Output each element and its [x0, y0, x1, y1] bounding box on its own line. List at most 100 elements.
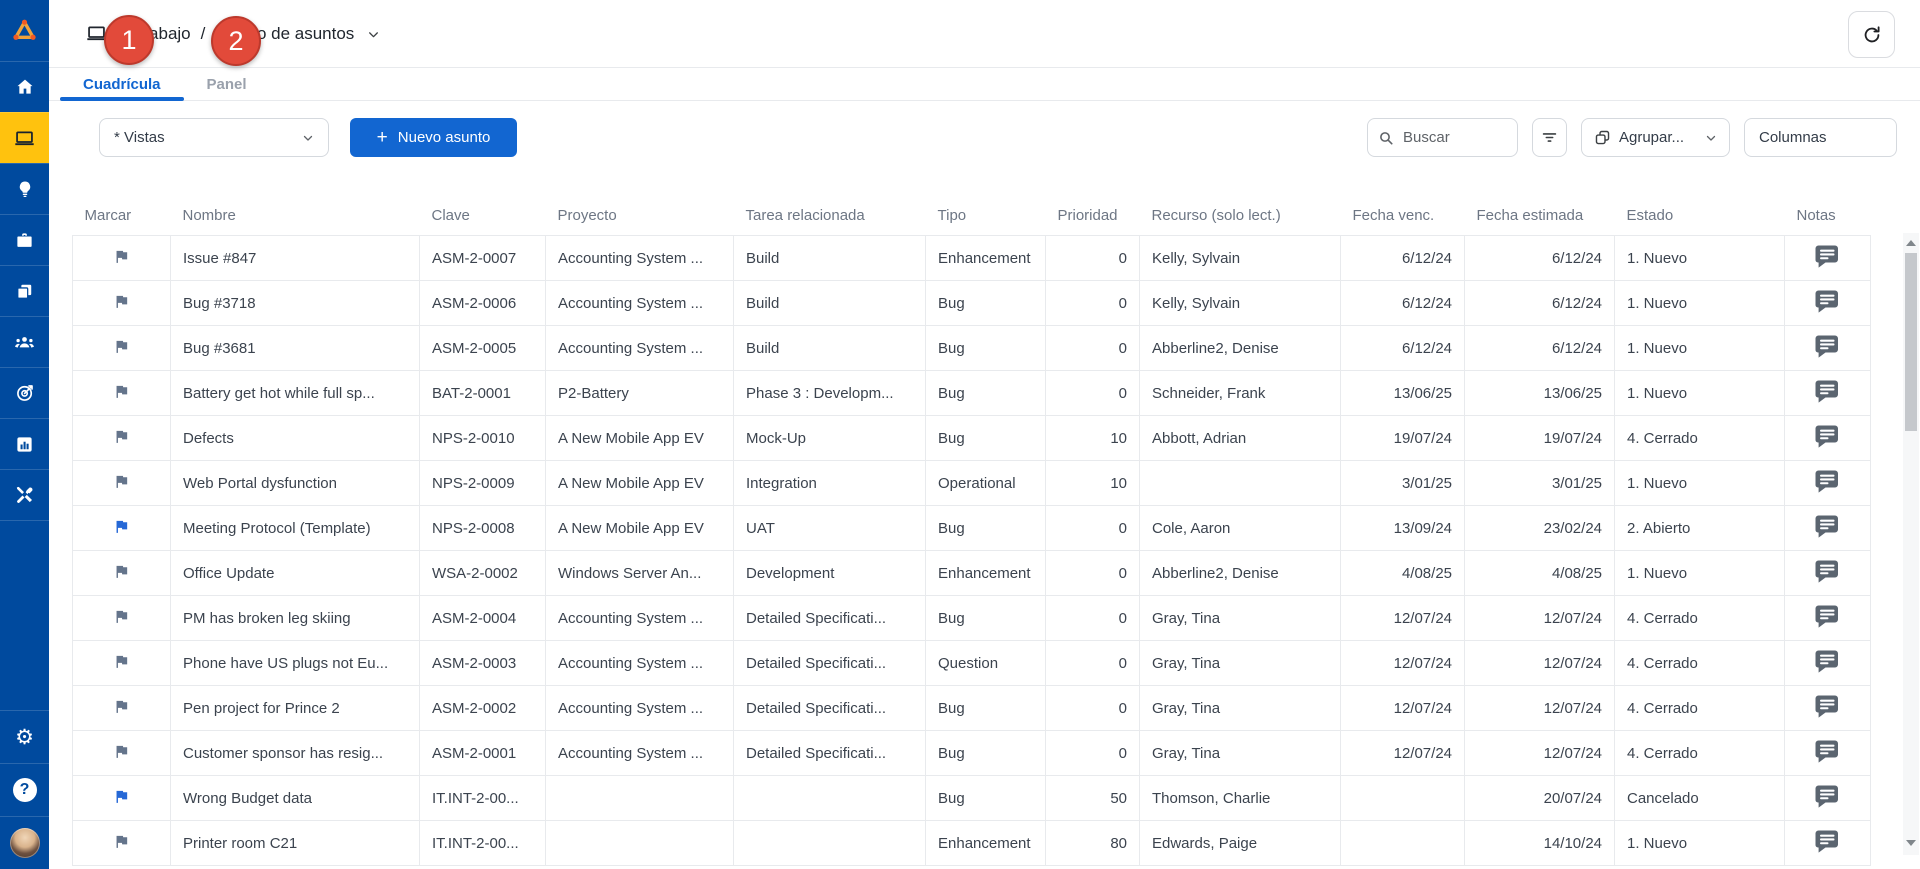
table-row[interactable]: Wrong Budget data IT.INT-2-00... Bug 50 Thom…	[72, 775, 1871, 821]
table-row[interactable]: Bug #3681 ASM-2-0005 Accounting System ...…	[72, 325, 1871, 371]
sidebar-item-ideas[interactable]	[0, 163, 49, 214]
note-icon[interactable]	[1815, 650, 1840, 673]
cell-name: Pen project for Prince 2	[170, 685, 420, 731]
flag-icon[interactable]	[113, 833, 130, 850]
column-header-flag[interactable]: Marcar	[73, 195, 171, 236]
cell-estimated: 6/12/24	[1464, 235, 1615, 281]
note-icon[interactable]	[1815, 425, 1840, 448]
note-icon[interactable]	[1815, 785, 1840, 808]
sidebar-item-projects[interactable]	[0, 265, 49, 316]
table-row[interactable]: Meeting Protocol (Template) NPS-2-0008 A N…	[72, 505, 1871, 551]
flag-icon[interactable]	[113, 653, 130, 670]
table-row[interactable]: Battery get hot while full sp... BAT-2-00…	[72, 370, 1871, 416]
note-icon[interactable]	[1815, 335, 1840, 358]
tab-cuadricula[interactable]: Cuadrícula	[60, 68, 184, 101]
scrollbar-thumb[interactable]	[1905, 253, 1917, 431]
cell-key: NPS-2-0009	[419, 460, 546, 506]
note-icon[interactable]	[1815, 245, 1840, 268]
sidebar-item-goals[interactable]	[0, 367, 49, 418]
table-row[interactable]: Office Update WSA-2-0002 Windows Server An…	[72, 550, 1871, 596]
app-logo[interactable]	[0, 0, 49, 61]
sidebar-item-my-workspace[interactable]	[0, 112, 49, 163]
filter-button[interactable]	[1532, 118, 1567, 157]
sidebar-bottom: ⚙?	[0, 710, 49, 869]
search-input[interactable]	[1401, 128, 1507, 147]
chevron-down-icon	[1705, 132, 1717, 144]
flag-icon[interactable]	[113, 338, 130, 355]
column-header-project[interactable]: Proyecto	[546, 195, 734, 236]
note-icon[interactable]	[1815, 470, 1840, 493]
flag-icon[interactable]	[113, 788, 130, 805]
cell-resource	[1139, 460, 1341, 506]
flag-icon[interactable]	[113, 518, 130, 535]
table-row[interactable]: Printer room C21 IT.INT-2-00... Enhancemen…	[72, 820, 1871, 866]
note-icon[interactable]	[1815, 560, 1840, 583]
flag-icon[interactable]	[113, 608, 130, 625]
sidebar-item-settings[interactable]: ⚙	[0, 710, 49, 763]
cell-project: Accounting System ...	[545, 640, 734, 686]
table-row[interactable]: Web Portal dysfunction NPS-2-0009 A New Mo…	[72, 460, 1871, 506]
cell-task: Detailed Specificati...	[733, 685, 926, 731]
column-header-task[interactable]: Tarea relacionada	[734, 195, 926, 236]
flag-icon[interactable]	[113, 248, 130, 265]
cell-type: Bug	[925, 505, 1046, 551]
sidebar-item-team[interactable]	[0, 316, 49, 367]
refresh-button[interactable]	[1848, 11, 1895, 58]
table-row[interactable]: Defects NPS-2-0010 A New Mobile App EV Mock…	[72, 415, 1871, 461]
note-icon[interactable]	[1815, 515, 1840, 538]
new-issue-button[interactable]: + Nuevo asunto	[350, 118, 517, 157]
table-row[interactable]: Customer sponsor has resig... ASM-2-0001 A…	[72, 730, 1871, 776]
cell-task: Phase 3 : Developm...	[733, 370, 926, 416]
table-row[interactable]: Bug #3718 ASM-2-0006 Accounting System ...…	[72, 280, 1871, 326]
flag-icon[interactable]	[113, 383, 130, 400]
sidebar-item-help[interactable]: ?	[0, 763, 49, 816]
table-row[interactable]: Pen project for Prince 2 ASM-2-0002 Accoun…	[72, 685, 1871, 731]
cell-task: Build	[733, 280, 926, 326]
column-header-key[interactable]: Clave	[420, 195, 546, 236]
vertical-scrollbar[interactable]	[1903, 233, 1919, 855]
note-icon[interactable]	[1815, 740, 1840, 763]
note-icon[interactable]	[1815, 290, 1840, 313]
cell-flag	[72, 460, 171, 506]
table-row[interactable]: Issue #847 ASM-2-0007 Accounting System ..…	[72, 235, 1871, 281]
flag-icon[interactable]	[113, 698, 130, 715]
tab-panel[interactable]: Panel	[184, 68, 270, 100]
sidebar-item-portfolio[interactable]	[0, 214, 49, 265]
note-icon[interactable]	[1815, 830, 1840, 853]
column-header-resource[interactable]: Recurso (solo lect.)	[1140, 195, 1341, 236]
columns-button[interactable]: Columnas	[1744, 118, 1897, 157]
cell-type: Bug	[925, 415, 1046, 461]
cell-name: Web Portal dysfunction	[170, 460, 420, 506]
flag-icon[interactable]	[113, 428, 130, 445]
cell-priority: 0	[1045, 325, 1140, 371]
note-icon[interactable]	[1815, 605, 1840, 628]
column-header-name[interactable]: Nombre	[171, 195, 420, 236]
note-icon[interactable]	[1815, 380, 1840, 403]
cell-flag	[72, 595, 171, 641]
column-header-estimated[interactable]: Fecha estimada	[1465, 195, 1615, 236]
note-icon[interactable]	[1815, 695, 1840, 718]
sidebar-item-admin[interactable]	[0, 469, 49, 520]
flag-icon[interactable]	[113, 743, 130, 760]
sidebar-item-reports[interactable]	[0, 418, 49, 469]
search-box[interactable]	[1367, 118, 1518, 157]
table-row[interactable]: PM has broken leg skiing ASM-2-0004 Accoun…	[72, 595, 1871, 641]
flag-icon[interactable]	[113, 293, 130, 310]
flag-icon[interactable]	[113, 563, 130, 580]
column-header-priority[interactable]: Prioridad	[1046, 195, 1140, 236]
column-header-due[interactable]: Fecha venc.	[1341, 195, 1465, 236]
cell-due: 4/08/25	[1340, 550, 1465, 596]
bar-chart-icon	[15, 435, 34, 454]
flag-icon[interactable]	[113, 473, 130, 490]
column-header-type[interactable]: Tipo	[926, 195, 1046, 236]
column-header-notes[interactable]: Notas	[1785, 195, 1871, 236]
cell-estimated: 3/01/25	[1464, 460, 1615, 506]
group-by-button[interactable]: Agrupar...	[1581, 118, 1730, 157]
scroll-down-arrow[interactable]	[1903, 835, 1919, 851]
column-header-status[interactable]: Estado	[1615, 195, 1785, 236]
table-row[interactable]: Phone have US plugs not Eu... ASM-2-0003 A…	[72, 640, 1871, 686]
sidebar-item-home[interactable]	[0, 61, 49, 112]
scroll-up-arrow[interactable]	[1903, 235, 1919, 251]
sidebar-item-profile[interactable]	[0, 816, 49, 869]
views-select[interactable]: * Vistas	[99, 118, 329, 157]
